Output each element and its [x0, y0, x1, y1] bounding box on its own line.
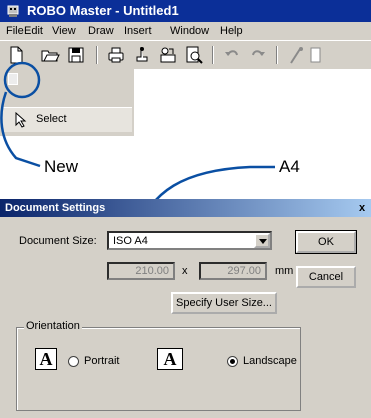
landscape-label[interactable]: Landscape	[243, 355, 297, 367]
new-callout-label: New	[44, 157, 79, 176]
width-field[interactable]: 210.00	[107, 262, 175, 280]
portrait-page-icon: A	[35, 348, 57, 370]
landscape-radio[interactable]	[227, 356, 238, 367]
document-size-value: ISO A4	[113, 235, 148, 247]
close-icon[interactable]: x	[355, 201, 369, 215]
times-sign: x	[182, 265, 188, 277]
dropdown-arrow-button[interactable]	[254, 233, 270, 248]
specify-user-size-button[interactable]: Specify User Size...	[171, 292, 277, 314]
height-field[interactable]: 297.00	[199, 262, 267, 280]
document-settings-dialog: Document Settings x Document Size: ISO A…	[0, 199, 371, 418]
new-button-highlight-circle	[3, 61, 41, 99]
ok-button[interactable]: OK	[295, 230, 357, 254]
dialog-title-bar: Document Settings x	[0, 199, 371, 217]
landscape-page-icon: A	[157, 348, 183, 370]
unit-label: mm	[275, 265, 294, 277]
document-size-select[interactable]: ISO A4	[107, 231, 272, 250]
orientation-group-label: Orientation	[24, 320, 82, 332]
chevron-down-icon	[259, 239, 267, 244]
document-size-label: Document Size:	[19, 235, 97, 247]
a4-callout-label: A4	[279, 157, 300, 176]
new-callout-line	[0, 91, 41, 168]
portrait-radio[interactable]	[68, 356, 79, 367]
portrait-label[interactable]: Portrait	[84, 355, 119, 367]
cancel-button[interactable]: Cancel	[296, 266, 356, 288]
dialog-title: Document Settings	[5, 202, 106, 214]
